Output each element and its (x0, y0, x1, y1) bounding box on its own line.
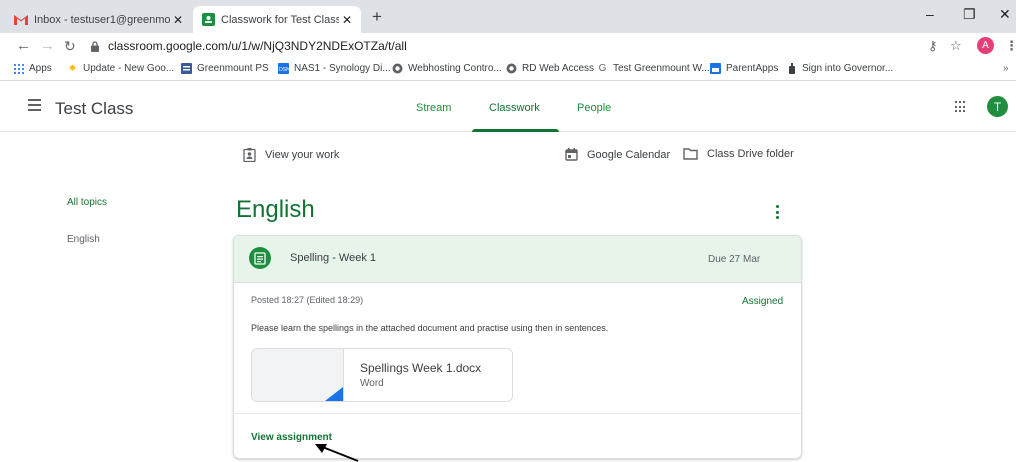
tab-gmail[interactable]: Inbox - testuser1@greenmount.s ✕ (14, 6, 192, 33)
menu-kebab-icon[interactable]: ⋮ (1005, 38, 1016, 54)
assignment-instructions: Please learn the spellings in the attach… (251, 323, 609, 333)
tab-stream[interactable]: Stream (416, 102, 451, 114)
assignment-icon (249, 247, 271, 269)
active-tab-indicator (472, 129, 559, 132)
topic-more-options-icon[interactable] (776, 205, 780, 219)
assignment-card-header[interactable]: Spelling - Week 1 Due 27 Mar (234, 236, 801, 283)
tab-classwork[interactable]: Classwork for Test Class ✕ (193, 6, 361, 33)
topic-english[interactable]: English (67, 234, 100, 245)
star-icon[interactable]: ☆ (950, 38, 962, 54)
attachment-card[interactable]: Spellings Week 1.docx Word (251, 348, 513, 402)
attachment-type: Word (360, 378, 384, 389)
tab-title: Inbox - testuser1@greenmount.s (34, 13, 170, 26)
bookmark-apps[interactable]: Apps (13, 63, 52, 74)
bookmark-label: RD Web Access (522, 63, 595, 74)
forward-arrow-icon[interactable]: → (40, 37, 55, 55)
globe-icon (506, 63, 517, 74)
close-tab-icon[interactable]: ✕ (339, 13, 355, 27)
assignment-ind-icon (243, 148, 256, 162)
bookmark-nas[interactable]: DSM NAS1 - Synology Di... (278, 63, 391, 74)
bookmark-update[interactable]: ✸ Update - New Goo... (67, 63, 174, 74)
folder-icon (683, 148, 698, 160)
assignment-title: Spelling - Week 1 (290, 252, 377, 264)
tab-classwork[interactable]: Classwork (489, 102, 540, 114)
google-apps-icon[interactable] (955, 101, 967, 113)
google-icon: G (598, 63, 607, 74)
classroom-icon (201, 13, 215, 27)
svg-text:DSM: DSM (279, 67, 289, 73)
globe-icon (392, 63, 403, 74)
school-icon (181, 63, 192, 74)
class-title[interactable]: Test Class (55, 99, 133, 119)
bookmark-rd-web[interactable]: RD Web Access (506, 63, 594, 74)
view-your-work-button[interactable]: View your work (243, 148, 339, 162)
bookmark-label: Greenmount PS (197, 63, 269, 74)
restore-button[interactable]: ❐ (963, 6, 976, 23)
synology-icon: DSM (278, 63, 289, 74)
posted-time: Posted 18:27 (Edited 18:29) (251, 295, 364, 305)
view-your-work-label: View your work (265, 149, 340, 161)
class-drive-folder-label: Class Drive folder (707, 148, 794, 160)
due-date: Due 27 Mar (708, 254, 761, 265)
main-menu-icon[interactable] (28, 99, 41, 111)
bookmark-parentapps[interactable]: ParentApps (710, 63, 778, 74)
google-calendar-button[interactable]: Google Calendar (565, 148, 670, 161)
word-icon (325, 387, 343, 401)
bookmark-label: NAS1 - Synology Di... (294, 63, 391, 74)
bookmark-label: Webhosting Contro... (408, 63, 502, 74)
close-tab-icon[interactable]: ✕ (170, 13, 186, 27)
user-avatar[interactable]: T (987, 96, 1008, 117)
document-thumbnail (252, 349, 344, 401)
new-tab-button[interactable]: + (372, 8, 382, 25)
bookmark-label: Sign into Governor... (802, 63, 894, 74)
update-icon: ✸ (68, 63, 77, 73)
bookmark-label: ParentApps (726, 63, 779, 74)
parentapps-icon (710, 63, 721, 74)
bookmark-governor[interactable]: Sign into Governor... (786, 63, 893, 74)
reload-icon[interactable]: ↻ (64, 37, 76, 55)
close-window-button[interactable]: ✕ (999, 6, 1011, 23)
classroom-header: Test Class Stream Classwork People T (0, 82, 1016, 132)
tab-title: Classwork for Test Class (221, 13, 339, 26)
google-calendar-label: Google Calendar (587, 148, 671, 161)
class-drive-folder-button[interactable]: Class Drive folder (683, 148, 794, 160)
topic-heading: English (236, 196, 315, 223)
browser-toolbar: ← → ↻ classroom.google.com/u/1/w/NjQ3NDY… (0, 33, 1016, 59)
governor-icon (786, 63, 797, 74)
bookmarks-overflow-button[interactable]: » (1003, 63, 1009, 74)
calendar-icon (565, 148, 578, 161)
topic-all[interactable]: All topics (67, 197, 107, 208)
attachment-name: Spellings Week 1.docx (360, 361, 482, 375)
apps-grid-icon (13, 63, 24, 74)
assignment-card: Spelling - Week 1 Due 27 Mar Posted 18:2… (233, 235, 802, 459)
bookmarks-bar: Apps ✸ Update - New Goo... Greenmount PS… (0, 59, 1016, 81)
bookmark-label: Apps (29, 63, 52, 74)
assignment-status: Assigned (742, 296, 784, 307)
browser-tab-strip: Inbox - testuser1@greenmount.s ✕ Classwo… (0, 0, 1016, 33)
key-icon[interactable]: ⚷ (928, 38, 938, 54)
bookmark-webhosting[interactable]: Webhosting Contro... (392, 63, 502, 74)
bookmark-label: Update - New Goo... (83, 63, 175, 74)
tab-people[interactable]: People (577, 102, 611, 114)
bookmark-test-greenmount[interactable]: G Test Greenmount W... (597, 63, 710, 74)
bookmark-label: Test Greenmount W... (613, 63, 710, 74)
browser-profile-avatar[interactable]: A (977, 37, 994, 54)
address-bar[interactable]: classroom.google.com/u/1/w/NjQ3NDY2NDExO… (90, 36, 910, 56)
url-text: classroom.google.com/u/1/w/NjQ3NDY2NDExO… (108, 39, 407, 53)
gmail-icon (14, 13, 28, 27)
lock-icon (91, 40, 99, 52)
pointer-arrow-icon (315, 444, 359, 462)
bookmark-greenmount[interactable]: Greenmount PS (181, 63, 269, 74)
back-arrow-icon[interactable]: ← (16, 37, 31, 55)
minimize-button[interactable]: – (926, 6, 934, 22)
